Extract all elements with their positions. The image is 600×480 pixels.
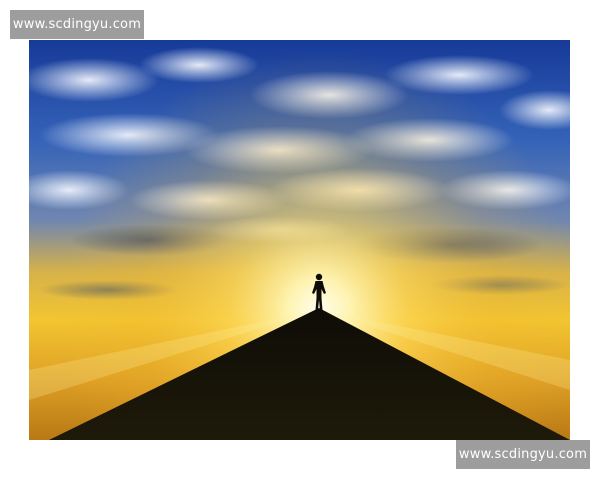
watermark-top: www.scdingyu.com bbox=[10, 10, 144, 39]
sunrise-photo bbox=[29, 40, 570, 440]
page: www.scdingyu.com www.scdingyu.com bbox=[0, 0, 600, 480]
watermark-bottom: www.scdingyu.com bbox=[456, 440, 590, 469]
photo-canvas bbox=[29, 40, 570, 440]
